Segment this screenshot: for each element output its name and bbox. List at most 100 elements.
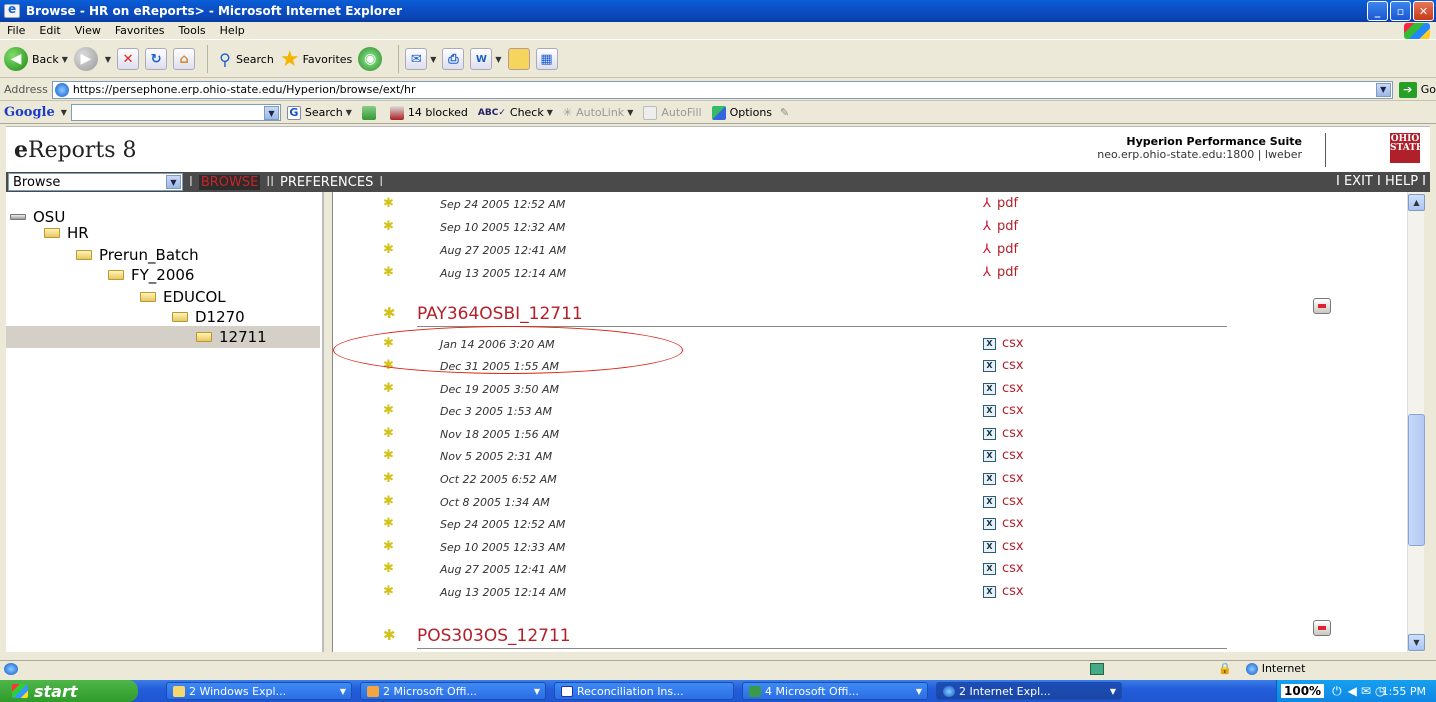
google-search-button[interactable]: G Search ▼ xyxy=(286,105,352,120)
pdf-link[interactable]: ⅄ pdf xyxy=(983,196,1018,211)
menu-help[interactable]: Help xyxy=(213,24,252,37)
taskbar-item-microsoft-office-4[interactable]: 4 Microsoft Offi... ▼ xyxy=(742,682,928,700)
scroll-down-button[interactable]: ▼ xyxy=(1408,634,1425,651)
start-button[interactable]: start xyxy=(0,680,138,702)
go-button[interactable]: ➔ Go xyxy=(1398,81,1436,98)
menu-file[interactable]: File xyxy=(0,24,32,37)
csx-link[interactable]: Xcsx xyxy=(983,561,1024,576)
address-input[interactable]: https://persephone.erp.ohio-state.edu/Hy… xyxy=(51,80,1393,99)
csx-link[interactable]: Xcsx xyxy=(983,448,1024,463)
vertical-scrollbar[interactable]: ▲ ▼ xyxy=(1407,192,1425,652)
power-plug-icon[interactable]: ⏻ xyxy=(1332,684,1342,699)
spell-check-button[interactable]: ABC✓ Check ▼ xyxy=(478,106,553,119)
report-action-icon[interactable] xyxy=(1313,620,1331,636)
search-button[interactable]: ⚲ Search xyxy=(214,48,274,70)
google-logo[interactable]: Google xyxy=(4,105,55,120)
refresh-button[interactable]: ↻ xyxy=(145,48,168,70)
csx-link[interactable]: Xcsx xyxy=(983,336,1024,351)
tree-item-12711[interactable]: 12711 xyxy=(6,326,320,348)
nav-browse[interactable]: BROWSE xyxy=(198,174,261,190)
chevron-down-icon: ▼ xyxy=(1109,686,1116,696)
menu-edit[interactable]: Edit xyxy=(32,24,67,37)
spellcheck-icon: ABC✓ xyxy=(477,107,506,118)
mail-icon[interactable]: ✉ xyxy=(1361,684,1371,698)
forward-arrow-icon: ▶ xyxy=(73,47,98,71)
csx-link[interactable]: Xcsx xyxy=(983,381,1024,396)
research-button[interactable]: ▦ xyxy=(535,48,558,70)
pdf-link[interactable]: ⅄ pdf xyxy=(983,219,1018,234)
pencil-icon[interactable]: ✎ xyxy=(780,106,789,119)
back-arrow-icon[interactable]: ◀ xyxy=(1348,684,1357,698)
tree-item-hr[interactable]: HR xyxy=(44,222,89,244)
csx-link[interactable]: Xcsx xyxy=(983,494,1024,509)
discuss-button[interactable] xyxy=(507,48,530,70)
csx-link[interactable]: Xcsx xyxy=(983,539,1024,554)
taskbar-item-windows-explorer[interactable]: 2 Windows Expl... ▼ xyxy=(166,682,352,700)
menu-view[interactable]: View xyxy=(68,24,108,37)
menu-tools[interactable]: Tools xyxy=(172,24,213,37)
stop-button[interactable]: ✕ xyxy=(117,48,140,70)
view-select[interactable]: Browse ▼ xyxy=(8,173,183,191)
csx-link[interactable]: Xcsx xyxy=(983,358,1024,373)
autolink-button[interactable]: ✳ AutoLink ▼ xyxy=(563,106,633,119)
chevron-down-icon: ▼ xyxy=(339,686,346,696)
popup-blocker-button[interactable]: 14 blocked xyxy=(389,105,468,120)
taskbar-item-internet-explorer[interactable]: 2 Internet Expl... ▼ xyxy=(936,682,1122,700)
favorites-button[interactable]: ★ Favorites xyxy=(280,47,352,72)
edit-button[interactable]: W ▼ xyxy=(470,48,502,70)
nav-preferences[interactable]: PREFERENCES xyxy=(280,175,373,190)
address-dropdown-button[interactable]: ▼ xyxy=(1375,82,1391,97)
csx-link[interactable]: Xcsx xyxy=(983,471,1024,486)
options-button[interactable]: Options ✎ xyxy=(711,105,789,120)
folder-icon xyxy=(108,270,124,280)
csx-link[interactable]: Xcsx xyxy=(983,516,1024,531)
minimize-button[interactable]: _ xyxy=(1367,1,1388,21)
restore-button[interactable]: ▫ xyxy=(1390,1,1411,21)
tree-item-label: FY_2006 xyxy=(131,266,195,284)
taskbar-item-reconciliation[interactable]: Reconciliation Ins... xyxy=(554,682,734,700)
report-name[interactable]: POS303OS_12711 xyxy=(417,626,571,646)
ie-page-icon xyxy=(54,82,69,97)
lock-icon: 🔒 xyxy=(1218,662,1232,675)
taskbar-item-label: 2 Windows Expl... xyxy=(189,684,287,698)
tree-item-prerun-batch[interactable]: Prerun_Batch xyxy=(76,244,199,266)
research-icon: ▦ xyxy=(535,48,558,70)
csx-link[interactable]: Xcsx xyxy=(983,426,1024,441)
mail-button[interactable]: ✉ ▼ xyxy=(405,48,436,70)
menu-favorites[interactable]: Favorites xyxy=(108,24,172,37)
server-info: neo.erp.ohio-state.edu:1800 | lweber xyxy=(1097,148,1302,161)
home-button[interactable]: ⌂ xyxy=(173,48,196,70)
csx-link[interactable]: Xcsx xyxy=(983,584,1024,599)
print-button[interactable]: ⎙ xyxy=(442,48,465,70)
chevron-down-icon: ▼ xyxy=(915,686,922,696)
table-row: ✱ Oct 22 2005 6:52 AM Xcsx xyxy=(333,469,1407,491)
table-row: ✱ Sep 10 2005 12:33 AM Xcsx xyxy=(333,537,1407,559)
google-search-dropdown[interactable]: ▼ xyxy=(263,106,279,120)
pdf-link[interactable]: ⅄ pdf xyxy=(983,242,1018,257)
report-action-icon[interactable] xyxy=(1313,298,1331,314)
nav-exit-help[interactable]: I EXIT I HELP I xyxy=(1336,174,1426,189)
table-row: ✱ Nov 5 2005 2:31 AM Xcsx xyxy=(333,446,1407,468)
chevron-down-icon[interactable]: ▼ xyxy=(166,175,181,189)
report-date: Nov 5 2005 2:31 AM xyxy=(440,450,553,463)
tree-item-fy-2006[interactable]: FY_2006 xyxy=(108,264,194,286)
scroll-up-button[interactable]: ▲ xyxy=(1408,194,1425,211)
close-button[interactable]: ✕ xyxy=(1413,1,1434,21)
report-name[interactable]: PAY364OSBI_12711 xyxy=(417,304,583,324)
google-search-input[interactable]: ▼ xyxy=(70,104,281,121)
mail-icon: ✉ xyxy=(405,48,428,70)
scroll-thumb[interactable] xyxy=(1408,414,1425,546)
back-button[interactable]: ◀ Back ▼ xyxy=(4,47,68,71)
media-button[interactable]: ◉ xyxy=(358,47,386,71)
taskbar-item-microsoft-office[interactable]: 2 Microsoft Offi... ▼ xyxy=(360,682,546,700)
pagerank-button[interactable] xyxy=(361,105,380,120)
csx-link[interactable]: Xcsx xyxy=(983,403,1024,418)
autofill-button[interactable]: AutoFill xyxy=(643,105,702,120)
tree-item-d1270[interactable]: D1270 xyxy=(172,306,245,328)
tree-item-educol[interactable]: EDUCOL xyxy=(140,286,226,308)
forward-button[interactable]: ▶ ▼ xyxy=(73,47,111,71)
zoom-indicator[interactable]: 100% xyxy=(1281,684,1325,698)
pdf-link[interactable]: ⅄ pdf xyxy=(983,265,1018,280)
chevron-down-icon[interactable]: ▼ xyxy=(61,108,67,117)
globe-icon xyxy=(1245,662,1258,675)
